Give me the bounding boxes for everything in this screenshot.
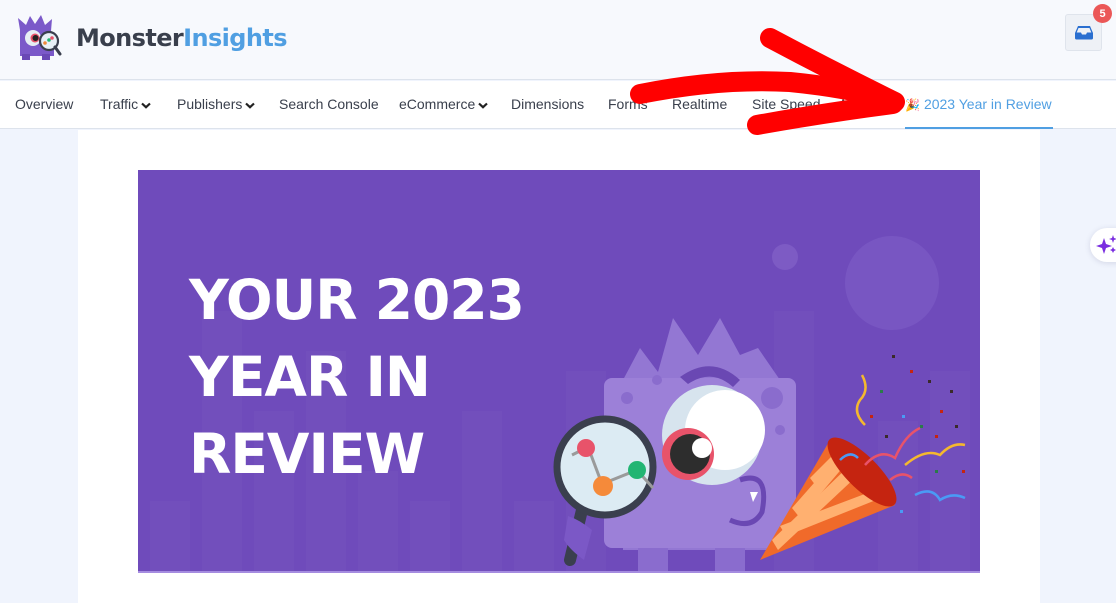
inbox-icon bbox=[1074, 26, 1093, 40]
tab-realtime[interactable]: Realtime bbox=[672, 81, 727, 129]
banner-title: YOUR 2023 YEAR IN REVIEW bbox=[189, 262, 525, 493]
chevron-down-icon bbox=[245, 102, 256, 109]
tab-label: Search Console bbox=[279, 96, 379, 112]
ai-assistant-button[interactable] bbox=[1090, 228, 1116, 262]
tab-overview[interactable]: Overview bbox=[15, 81, 73, 129]
tab-obscured[interactable]: M bbox=[841, 81, 853, 129]
banner-title-line: YEAR IN bbox=[189, 345, 431, 409]
background-bar bbox=[150, 501, 190, 571]
monster-party-illustration bbox=[553, 236, 966, 571]
notifications-count-badge: 5 bbox=[1093, 4, 1112, 23]
chevron-down-icon bbox=[478, 102, 488, 109]
year-in-review-banner: YOUR 2023 YEAR IN REVIEW bbox=[138, 170, 980, 573]
monster-mascot-icon bbox=[18, 15, 62, 60]
decorative-circle-small bbox=[772, 244, 798, 270]
tab-label: Traffic bbox=[100, 96, 139, 112]
brand-name: MonsterInsights bbox=[76, 24, 288, 52]
tab-publishers[interactable]: Publishers bbox=[177, 81, 256, 129]
banner-title-line: REVIEW bbox=[189, 422, 425, 486]
background-bar bbox=[410, 501, 450, 571]
tab-forms[interactable]: Forms bbox=[608, 81, 648, 129]
tab-site-speed[interactable]: Site Speed bbox=[752, 81, 821, 129]
sparkles-icon bbox=[1096, 235, 1116, 254]
brand-name-insights: Insights bbox=[183, 24, 287, 52]
chevron-down-icon bbox=[141, 102, 151, 109]
tab-label: eCommerce bbox=[399, 96, 476, 112]
app-header: MonsterInsights 5 bbox=[0, 0, 1116, 80]
tab-label: Forms bbox=[608, 96, 648, 112]
tab-label: Dimensions bbox=[511, 96, 585, 112]
party-popper-icon: 🎉 bbox=[905, 98, 920, 112]
tab-label: Overview bbox=[15, 96, 74, 112]
tab-2023-year-in-review[interactable]: 🎉 2023 Year in Review bbox=[905, 81, 1053, 129]
tab-label: Site Speed bbox=[752, 96, 821, 112]
tab-ecommerce[interactable]: eCommerce bbox=[399, 81, 488, 129]
tab-label: 2023 Year in Review bbox=[923, 96, 1052, 112]
report-content: YOUR 2023 YEAR IN REVIEW bbox=[78, 130, 1040, 603]
monsterinsights-logo[interactable]: MonsterInsights bbox=[14, 14, 288, 62]
tab-label: Publishers bbox=[177, 96, 243, 112]
brand-name-monster: Monster bbox=[76, 24, 184, 52]
banner-title-line: YOUR 2023 bbox=[189, 268, 525, 332]
reports-nav: Overview Traffic Publishers Search Conso… bbox=[0, 81, 1116, 129]
tab-search-console[interactable]: Search Console bbox=[279, 81, 379, 129]
decorative-circle-large bbox=[845, 236, 939, 330]
tab-dimensions[interactable]: Dimensions bbox=[511, 81, 584, 129]
tab-label: M bbox=[841, 96, 853, 112]
tab-label: Realtime bbox=[672, 96, 728, 112]
tab-traffic[interactable]: Traffic bbox=[100, 81, 151, 129]
